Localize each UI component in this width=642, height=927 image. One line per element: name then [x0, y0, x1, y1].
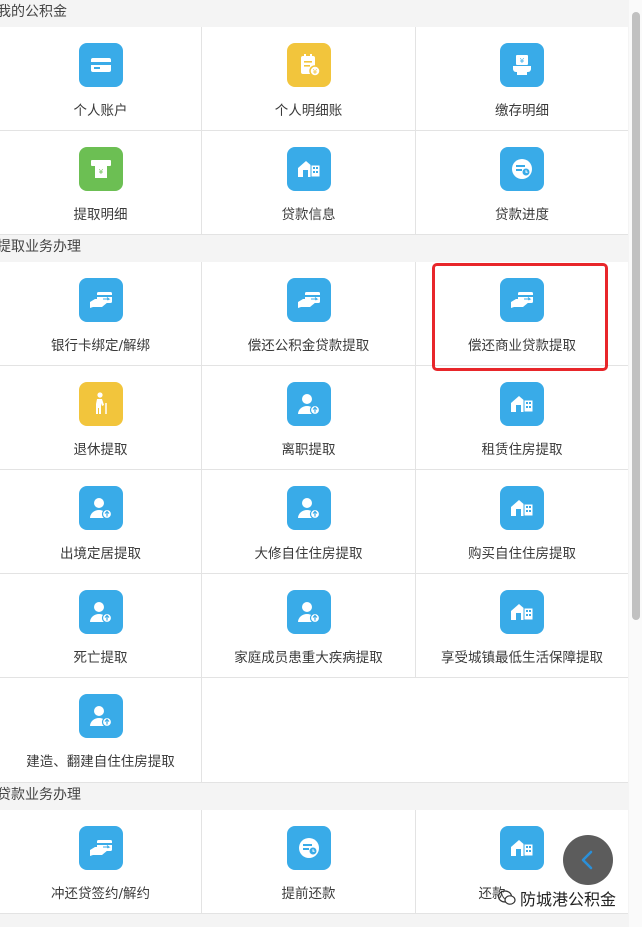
progress-icon — [286, 826, 331, 870]
menu-item-deposit-detail[interactable]: ¥ 缴存明细 — [416, 27, 628, 131]
menu-item-bank-card-bind[interactable]: 银行卡绑定/解绑 — [0, 262, 202, 366]
section-title-my-fund: 我的公积金 — [0, 0, 628, 27]
wechat-icon — [498, 890, 516, 905]
menu-item-label: 租赁住房提取 — [481, 442, 563, 458]
section-title-withdraw: 提取业务办理 — [0, 235, 628, 262]
person-up-icon — [78, 486, 123, 530]
menu-item-rent-housing-withdraw[interactable]: 租赁住房提取 — [416, 366, 628, 470]
chevron-left-icon — [581, 850, 593, 870]
menu-item-personal-account[interactable]: 个人账户 — [0, 27, 202, 131]
progress-icon — [500, 147, 544, 191]
menu-item-label: 提取明细 — [73, 207, 128, 223]
watermark: 防城港公积金 — [498, 886, 616, 910]
menu-item-repay-commercial-loan-withdraw[interactable]: 偿还商业贷款提取 — [416, 262, 628, 366]
person-up-icon — [78, 590, 123, 634]
card-hand-icon — [78, 278, 123, 322]
menu-item-withdraw-detail[interactable]: ¥ 提取明细 — [0, 131, 202, 235]
menu-item-emigrate-withdraw[interactable]: 出境定居提取 — [0, 470, 202, 574]
menu-item-label: 大修自住住房提取 — [254, 546, 363, 562]
menu-item-serious-illness-withdraw[interactable]: 家庭成员患重大疾病提取 — [202, 574, 416, 678]
menu-item-label: 个人账户 — [73, 103, 128, 119]
svg-text:¥: ¥ — [312, 68, 317, 76]
person-up-icon — [286, 382, 331, 426]
menu-item-label: 死亡提取 — [73, 650, 128, 666]
menu-item-label: 冲还贷签约/解约 — [50, 886, 151, 902]
menu-item-buy-housing-withdraw[interactable]: 购买自住住房提取 — [416, 470, 628, 574]
menu-item-prepayment[interactable]: 提前还款 — [202, 810, 416, 914]
ledger-icon: ¥ — [286, 43, 331, 87]
menu-item-label: 贷款进度 — [495, 207, 549, 223]
elderly-icon — [78, 382, 123, 426]
menu-item-min-living-security-withdraw[interactable]: 享受城镇最低生活保障提取 — [416, 574, 628, 678]
menu-item-label: 贷款信息 — [281, 207, 336, 223]
card-hand-icon — [78, 826, 123, 870]
menu-item-label: 享受城镇最低生活保障提取 — [441, 650, 603, 666]
menu-item-label: 家庭成员患重大疾病提取 — [234, 650, 383, 666]
page: 我的公积金 个人账户 ¥ 个人明细账 ¥ 缴存明细 ¥ 提取明细 贷款信息 贷款… — [0, 0, 628, 927]
menu-item-repay-fund-loan-withdraw[interactable]: 偿还公积金贷款提取 — [202, 262, 416, 366]
empty-cell — [202, 678, 416, 782]
scrollbar-thumb[interactable] — [632, 12, 640, 620]
menu-item-loan-progress[interactable]: 贷款进度 — [416, 131, 628, 235]
menu-item-label: 个人明细账 — [274, 103, 343, 119]
house-icon — [500, 382, 544, 426]
house-icon — [500, 826, 544, 870]
deposit-icon: ¥ — [500, 43, 544, 87]
svg-text:¥: ¥ — [520, 57, 525, 65]
atm-withdraw-icon: ¥ — [78, 147, 123, 191]
menu-item-build-housing-withdraw[interactable]: 建造、翻建自住住房提取 — [0, 678, 202, 782]
menu-item-label: 退休提取 — [73, 442, 128, 458]
card-hand-icon — [500, 278, 544, 322]
watermark-text: 防城港公积金 — [520, 890, 617, 909]
menu-item-label: 建造、翻建自住住房提取 — [26, 754, 175, 770]
person-up-icon — [286, 590, 331, 634]
house-icon — [500, 486, 544, 530]
menu-item-major-repair-withdraw[interactable]: 大修自住住房提取 — [202, 470, 416, 574]
empty-cell — [416, 678, 628, 782]
section-title-loan: 贷款业务办理 — [0, 782, 628, 810]
person-up-icon — [78, 694, 123, 738]
menu-item-loan-info[interactable]: 贷款信息 — [202, 131, 416, 235]
menu-item-label: 购买自住住房提取 — [468, 546, 576, 562]
menu-item-resign-withdraw[interactable]: 离职提取 — [202, 366, 416, 470]
house-icon — [286, 147, 331, 191]
menu-item-retire-withdraw[interactable]: 退休提取 — [0, 366, 202, 470]
menu-item-offset-loan-sign[interactable]: 冲还贷签约/解约 — [0, 810, 202, 914]
card-hand-icon — [286, 278, 331, 322]
person-up-icon — [286, 486, 331, 530]
menu-item-label: 银行卡绑定/解绑 — [50, 338, 151, 354]
menu-item-label: 缴存明细 — [495, 103, 549, 119]
menu-item-death-withdraw[interactable]: 死亡提取 — [0, 574, 202, 678]
menu-item-label: 提前还款 — [281, 886, 336, 902]
menu-item-label: 出境定居提取 — [60, 546, 141, 562]
grid-my-fund: 个人账户 ¥ 个人明细账 ¥ 缴存明细 ¥ 提取明细 贷款信息 贷款进度 — [0, 27, 628, 235]
svg-text:¥: ¥ — [98, 168, 103, 176]
grid-withdraw: 银行卡绑定/解绑 偿还公积金贷款提取 偿还商业贷款提取 退休提取 离职提取 租赁… — [0, 262, 628, 782]
house-icon — [500, 590, 544, 634]
card-icon — [78, 43, 123, 87]
back-button[interactable] — [563, 835, 613, 885]
menu-item-label: 偿还商业贷款提取 — [468, 338, 576, 354]
menu-item-label: 偿还公积金贷款提取 — [247, 338, 370, 354]
menu-item-label: 离职提取 — [281, 442, 336, 458]
menu-item-personal-ledger[interactable]: ¥ 个人明细账 — [202, 27, 416, 131]
